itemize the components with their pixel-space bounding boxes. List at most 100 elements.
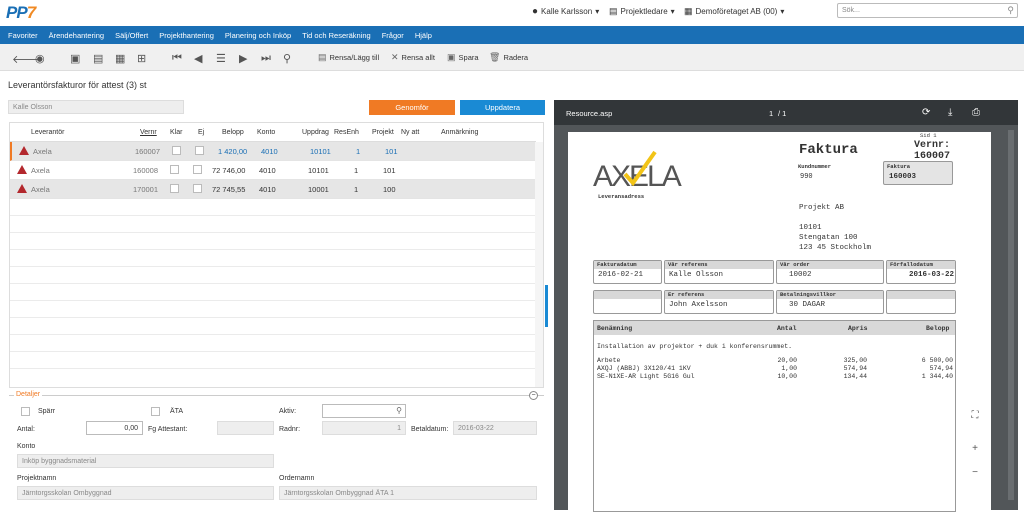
user-icon: ● bbox=[532, 6, 539, 17]
pdf-page-number[interactable]: 1 bbox=[769, 109, 773, 118]
nav-item-projekthantering[interactable]: Projekthantering bbox=[159, 31, 214, 40]
antal-input[interactable]: 0,00 bbox=[86, 421, 143, 435]
table-row[interactable]: Axela 160008 72 746,00 4010 10101 1 101 bbox=[10, 161, 536, 180]
nav-item-tid[interactable]: Tid och Reseräkning bbox=[302, 31, 371, 40]
fit-page-icon[interactable]: ⛶ bbox=[966, 407, 984, 425]
col-projekt[interactable]: Projekt bbox=[372, 129, 394, 136]
nav-item-salj-offert[interactable]: Sälj/Offert bbox=[115, 31, 148, 40]
col-resenh[interactable]: ResEnh bbox=[334, 129, 359, 136]
pdf-line-name: SE-N1XE-AR Light 5G16 Gul bbox=[597, 373, 695, 380]
pdf-page-total: / 1 bbox=[778, 109, 787, 118]
rotate-icon[interactable]: ⟳ bbox=[922, 107, 930, 118]
cell-assignment[interactable]: 10101 bbox=[310, 147, 331, 156]
search-icon[interactable]: ⚲ bbox=[396, 406, 402, 415]
pdf-line-price: 325,00 bbox=[843, 357, 867, 364]
form-icon[interactable]: ▣ bbox=[70, 52, 80, 65]
close-icon: ✕ bbox=[391, 52, 399, 62]
next-icon[interactable]: ▶ bbox=[239, 52, 247, 65]
table-row[interactable]: Axela 160007 1 420,00 4010 10101 1 101 bbox=[10, 142, 536, 161]
cell-account[interactable]: 4010 bbox=[261, 147, 278, 156]
ej-checkbox[interactable] bbox=[195, 146, 204, 155]
klar-checkbox[interactable] bbox=[170, 184, 179, 193]
konto-field: Inköp byggnadsmaterial bbox=[17, 454, 274, 468]
fg-attestant-field bbox=[217, 421, 274, 435]
sparr-checkbox[interactable] bbox=[21, 407, 30, 416]
nav-item-planering[interactable]: Planering och Inköp bbox=[225, 31, 291, 40]
attestant-field[interactable]: Kalle Olsson bbox=[8, 100, 184, 114]
pdf-toolbar: Resource.asp 1 / 1 ⟳ ⤓ ⎙ bbox=[554, 100, 1018, 125]
collapse-icon[interactable]: − bbox=[529, 391, 538, 400]
delete-button[interactable]: 🗑 Radera bbox=[489, 52, 528, 63]
pdf-vernr: Vernr: 160007 bbox=[914, 140, 951, 162]
app-logo[interactable]: PP7 bbox=[6, 3, 36, 23]
klar-checkbox[interactable] bbox=[172, 146, 181, 155]
search-icon[interactable]: ⚲ bbox=[1007, 5, 1014, 16]
details-title: Detaljer bbox=[14, 391, 43, 398]
pdf-faktura-value: 160003 bbox=[889, 173, 917, 181]
company-menu[interactable]: ▦ Demoföretaget AB (00) ▾ bbox=[684, 6, 784, 17]
zoom-in-icon[interactable]: + bbox=[966, 440, 984, 458]
chevron-down-icon: ▾ bbox=[670, 7, 675, 16]
grid-scrollbar[interactable] bbox=[535, 142, 543, 387]
pdf-empty-box-header bbox=[594, 291, 661, 299]
trash-icon: 🗑 bbox=[489, 52, 501, 62]
cell-project: 100 bbox=[383, 185, 396, 194]
col-konto[interactable]: Konto bbox=[257, 129, 275, 136]
ej-checkbox[interactable] bbox=[193, 165, 202, 174]
user-name: Kalle Karlsson bbox=[541, 7, 593, 16]
role-name: Projektledare bbox=[620, 7, 668, 16]
dashboard-icon[interactable]: ◉ bbox=[35, 52, 45, 65]
prev-icon[interactable]: ◀ bbox=[194, 52, 202, 65]
first-icon[interactable]: ⏮ bbox=[172, 52, 182, 65]
cell-supplier: Axela bbox=[31, 166, 50, 175]
cell-project[interactable]: 101 bbox=[385, 147, 398, 156]
pdf-var-ref: Kalle Olsson bbox=[669, 271, 724, 279]
nav-item-arendehantering[interactable]: Ärendehantering bbox=[49, 31, 104, 40]
nav-item-favoriter[interactable]: Favoriter bbox=[8, 31, 38, 40]
print-icon[interactable]: ⎙ bbox=[972, 107, 980, 118]
clear-add-button[interactable]: ▤ Rensa/Lägg till bbox=[318, 52, 379, 63]
nav-item-fragor[interactable]: Frågor bbox=[382, 31, 404, 40]
download-icon[interactable]: ⤓ bbox=[948, 107, 952, 118]
tag-icon[interactable]: ▤ bbox=[93, 52, 103, 65]
user-menu[interactable]: ● Kalle Karlsson ▾ bbox=[532, 6, 599, 17]
cell-amount[interactable]: 1 420,00 bbox=[218, 147, 247, 156]
pdf-betvillkor-box: Betalningsvillkor 30 DAGAR bbox=[776, 290, 884, 314]
last-icon[interactable]: ⏭ bbox=[261, 52, 271, 65]
col-uppdrag[interactable]: Uppdrag bbox=[302, 129, 329, 136]
role-menu[interactable]: ▤ Projektledare ▾ bbox=[609, 6, 675, 17]
ata-checkbox[interactable] bbox=[151, 407, 160, 416]
pdf-line-amount: 1 344,40 bbox=[921, 373, 953, 380]
cell-resenh[interactable]: 1 bbox=[356, 147, 360, 156]
pdf-filename: Resource.asp bbox=[566, 109, 613, 118]
table-row[interactable]: Axela 170001 72 745,55 4010 10001 1 100 bbox=[10, 180, 536, 199]
klar-checkbox[interactable] bbox=[170, 165, 179, 174]
card-icon[interactable]: ▦ bbox=[115, 52, 125, 65]
update-button[interactable]: Uppdatera bbox=[460, 100, 545, 115]
pdf-scrollbar[interactable] bbox=[1008, 130, 1014, 500]
splitter-handle[interactable] bbox=[545, 285, 548, 327]
col-leverantor[interactable]: Leverantör bbox=[31, 129, 64, 136]
structure-icon[interactable]: ⊞ bbox=[137, 52, 146, 65]
zoom-out-icon[interactable]: − bbox=[966, 464, 984, 482]
col-anmarkning[interactable]: Anmärkning bbox=[441, 129, 478, 136]
list-icon[interactable]: ☰ bbox=[216, 52, 226, 65]
clear-all-button[interactable]: ✕ Rensa allt bbox=[391, 52, 435, 63]
save-button[interactable]: ▣ Spara bbox=[447, 52, 479, 63]
col-vernr[interactable]: Vernr bbox=[140, 129, 157, 136]
col-klar[interactable]: Klar bbox=[170, 129, 182, 136]
execute-button[interactable]: Genomför bbox=[369, 100, 455, 115]
col-belopp[interactable]: Belopp bbox=[222, 129, 244, 136]
pdf-leveransadress: Leveransadress bbox=[598, 193, 645, 200]
aktiv-label: Aktiv: bbox=[279, 408, 297, 415]
search-icon[interactable]: ⚲ bbox=[283, 52, 291, 65]
aktiv-input[interactable]: ⚲ bbox=[322, 404, 406, 418]
ej-checkbox[interactable] bbox=[193, 184, 202, 193]
search-input[interactable]: Sök... ⚲ bbox=[837, 3, 1018, 18]
empty-row bbox=[10, 250, 536, 267]
axela-logo: AXELA bbox=[593, 150, 703, 193]
col-ny-att[interactable]: Ny att bbox=[401, 129, 419, 136]
fg-attestant-label: Fg Attestant: bbox=[148, 426, 188, 433]
col-ej[interactable]: Ej bbox=[198, 129, 204, 136]
nav-item-hjalp[interactable]: Hjälp bbox=[415, 31, 432, 40]
